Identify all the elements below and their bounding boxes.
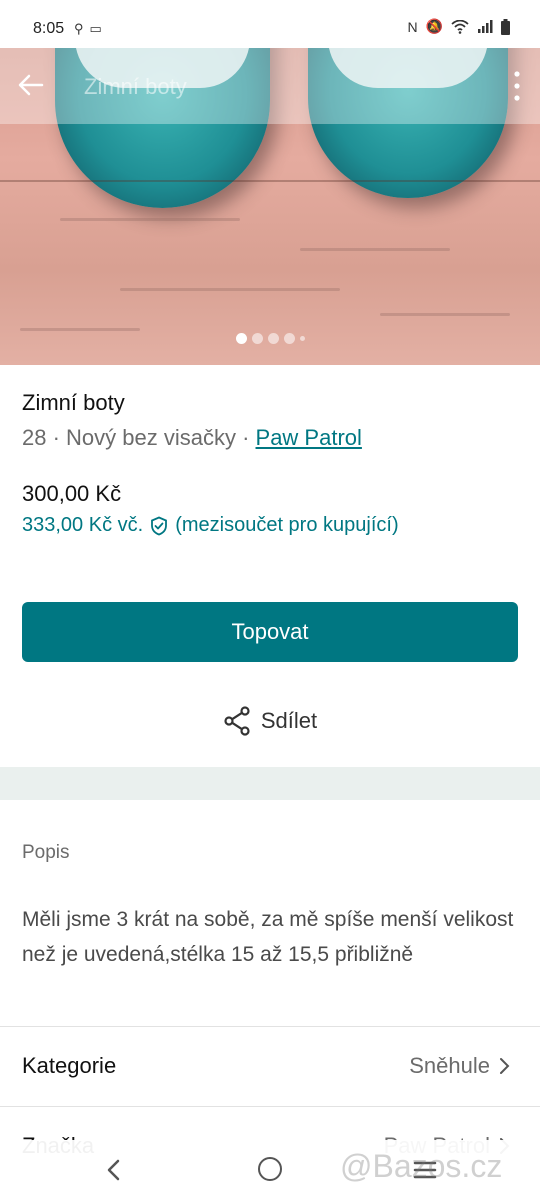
signal-icon bbox=[478, 19, 493, 33]
status-left-icons: ⚲▭ bbox=[74, 21, 108, 37]
description-label: Popis bbox=[22, 842, 70, 863]
item-size-condition: 28 · Nový bez visačky · Paw Patrol bbox=[22, 425, 362, 451]
size-condition-text: 28 · Nový bez visačky · bbox=[22, 425, 256, 450]
description-text: Měli jsme 3 krát na sobě, za mě spíše me… bbox=[22, 908, 514, 966]
floor-grain bbox=[60, 218, 240, 221]
section-divider bbox=[0, 767, 540, 800]
app-bar-title: Zimní boty bbox=[84, 74, 187, 99]
gallery-dot[interactable] bbox=[267, 333, 279, 344]
share-button[interactable]: Sdílet bbox=[0, 706, 540, 736]
category-value: Sněhule bbox=[409, 1053, 510, 1079]
floor-grain bbox=[120, 288, 340, 291]
nav-home-icon[interactable] bbox=[258, 1157, 282, 1181]
item-title: Zimní boty bbox=[22, 390, 125, 415]
floor-grain bbox=[380, 313, 510, 316]
more-vertical-icon[interactable] bbox=[512, 68, 522, 104]
buyer-price[interactable]: 333,00 Kč vč. (mezisoučet pro kupující) bbox=[22, 514, 399, 537]
brand-link[interactable]: Paw Patrol bbox=[256, 425, 362, 450]
mute-icon: 🔕 bbox=[425, 18, 443, 34]
share-icon bbox=[224, 706, 250, 736]
status-time: 8:05 bbox=[33, 20, 65, 37]
shield-check-icon bbox=[151, 516, 168, 535]
message-icon: ▭ bbox=[89, 21, 108, 36]
arrow-left-icon[interactable] bbox=[16, 70, 46, 100]
location-icon: ⚲ bbox=[74, 21, 90, 36]
watermark: @Bazos.cz bbox=[340, 1148, 503, 1184]
status-bar: 8:05 ⚲▭ N 🔕 bbox=[0, 0, 540, 48]
floor-grain bbox=[300, 248, 450, 251]
battery-icon bbox=[501, 18, 510, 35]
category-label: Kategorie bbox=[22, 1053, 117, 1078]
item-price: 300,00 Kč bbox=[22, 481, 122, 506]
buyer-price-note: (mezisoučet pro kupující) bbox=[175, 514, 399, 536]
buyer-price-value: 333,00 Kč vč. bbox=[22, 514, 144, 536]
chevron-right-icon bbox=[500, 1058, 510, 1074]
category-value-text: Sněhule bbox=[409, 1053, 490, 1078]
share-label: Sdílet bbox=[260, 708, 318, 733]
floor-grain bbox=[20, 328, 140, 331]
bump-button[interactable]: Topovat bbox=[22, 602, 518, 662]
app-bar: Zimní boty bbox=[0, 48, 540, 124]
gallery-pagination bbox=[0, 333, 540, 344]
category-row[interactable]: Kategorie Sněhule bbox=[0, 1027, 540, 1107]
gallery-dot[interactable] bbox=[299, 336, 305, 341]
status-right-icons: N 🔕 bbox=[407, 18, 510, 35]
gallery-dot-active[interactable] bbox=[235, 333, 247, 344]
floor-plank-line bbox=[0, 180, 540, 182]
gallery-dot[interactable] bbox=[283, 333, 295, 344]
gallery-dot[interactable] bbox=[251, 333, 263, 344]
wifi-icon bbox=[451, 19, 469, 34]
nav-back-icon[interactable] bbox=[103, 1158, 125, 1182]
nfc-icon: N bbox=[407, 18, 418, 35]
